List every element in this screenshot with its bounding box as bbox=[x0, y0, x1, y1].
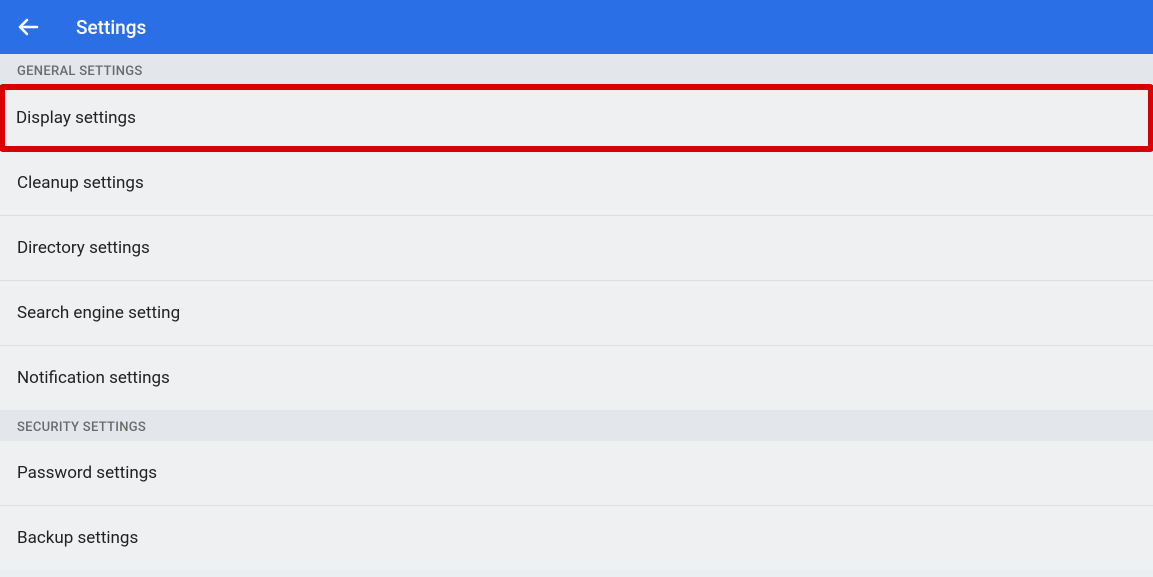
item-label: Directory settings bbox=[17, 238, 150, 258]
item-directory-settings[interactable]: Directory settings bbox=[0, 216, 1153, 281]
app-header: Settings bbox=[0, 0, 1153, 54]
item-search-engine-setting[interactable]: Search engine setting bbox=[0, 281, 1153, 346]
item-notification-settings[interactable]: Notification settings bbox=[0, 346, 1153, 410]
item-display-settings[interactable]: Display settings bbox=[5, 90, 1148, 146]
section-header-security: SECURITY SETTINGS bbox=[0, 410, 1153, 441]
back-icon[interactable] bbox=[16, 15, 40, 39]
item-label: Display settings bbox=[16, 108, 136, 128]
item-backup-settings[interactable]: Backup settings bbox=[0, 506, 1153, 570]
section-security: Password settings Backup settings bbox=[0, 441, 1153, 570]
highlight-display-settings: Display settings bbox=[0, 84, 1153, 152]
item-label: Backup settings bbox=[17, 528, 138, 548]
page-title: Settings bbox=[76, 16, 146, 39]
section-general: Display settings Cleanup settings Direct… bbox=[0, 84, 1153, 410]
item-label: Password settings bbox=[17, 463, 157, 483]
section-header-general: GENERAL SETTINGS bbox=[0, 54, 1153, 85]
item-label: Search engine setting bbox=[17, 303, 180, 323]
item-label: Notification settings bbox=[17, 368, 170, 388]
item-password-settings[interactable]: Password settings bbox=[0, 441, 1153, 506]
item-cleanup-settings[interactable]: Cleanup settings bbox=[0, 151, 1153, 216]
settings-content: GENERAL SETTINGS Display settings Cleanu… bbox=[0, 54, 1153, 577]
item-label: Cleanup settings bbox=[17, 173, 144, 193]
